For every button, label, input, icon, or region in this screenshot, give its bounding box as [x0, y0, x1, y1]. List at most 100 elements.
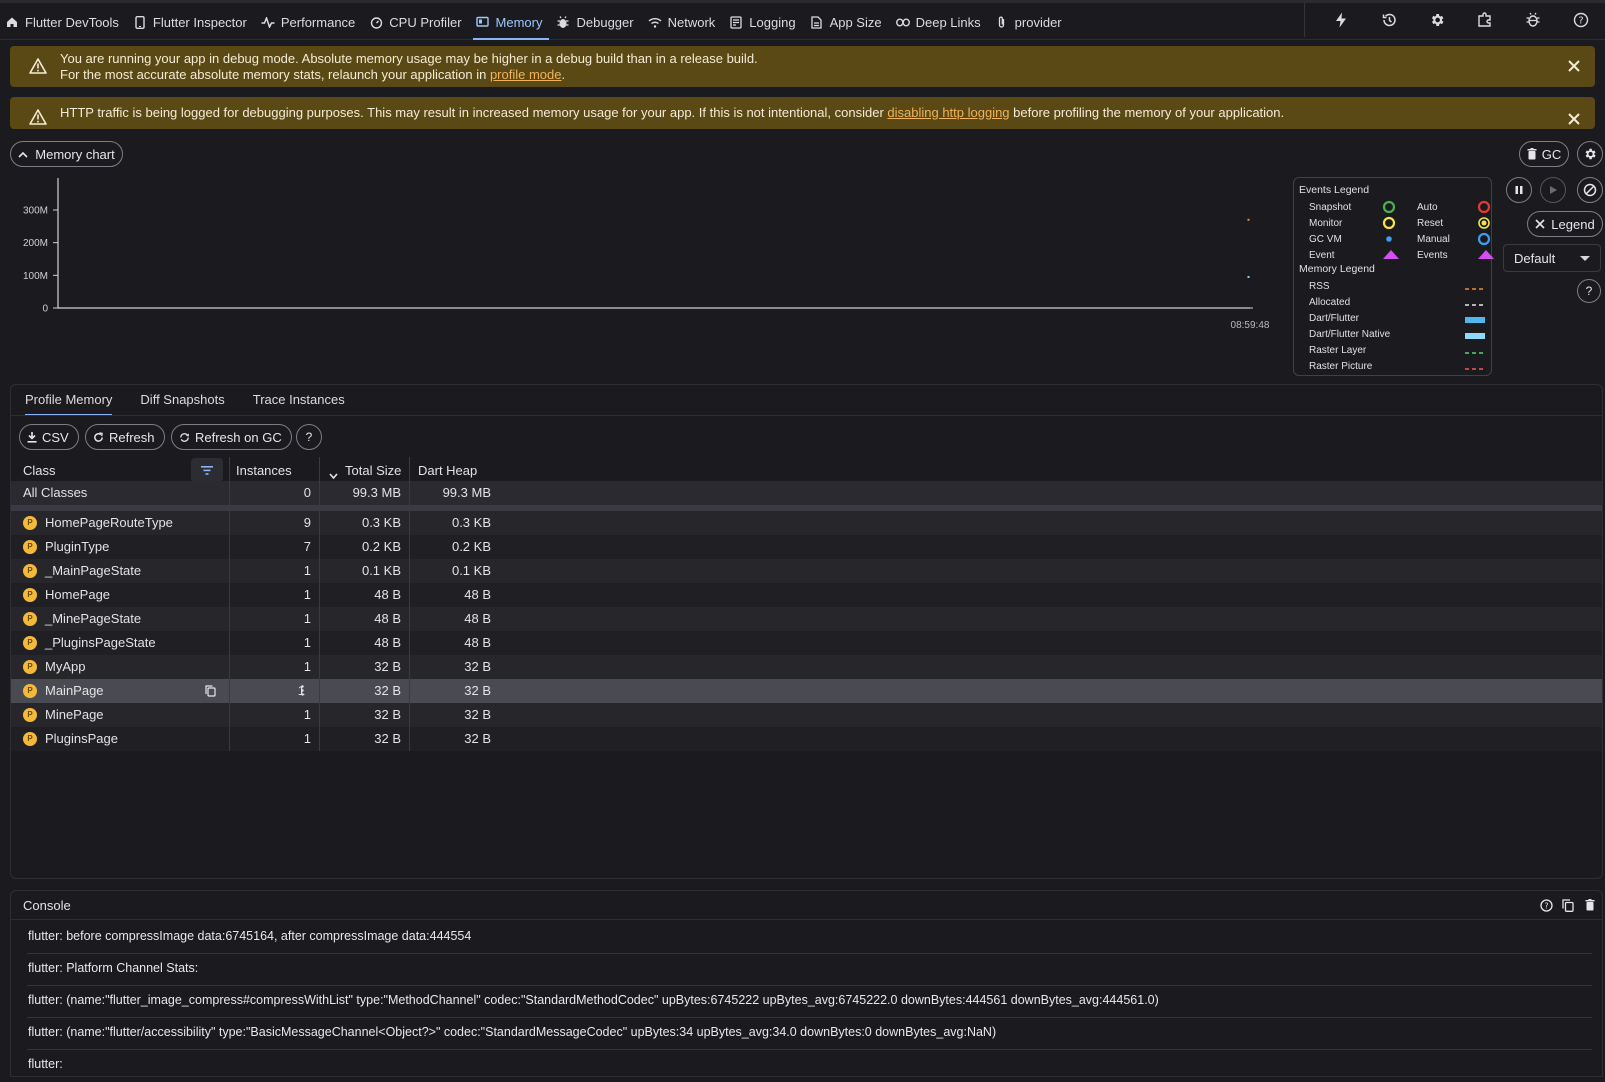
column-header-class[interactable]: Class: [23, 459, 56, 483]
tab-performance[interactable]: Performance: [256, 10, 364, 34]
table-row[interactable]: [11, 559, 1602, 583]
class-badge-icon: P: [23, 516, 37, 530]
tab-flutter-inspector[interactable]: Flutter Inspector: [128, 10, 256, 34]
tab-logging[interactable]: Logging: [724, 10, 804, 34]
column-divider: [229, 727, 230, 751]
column-divider: [409, 481, 410, 505]
more-vertical-icon[interactable]: [301, 685, 304, 696]
legend-swatch-gc-vm: [1382, 232, 1396, 249]
refresh-on-gc-button[interactable]: Refresh on GC: [171, 424, 292, 450]
tab-cpu-profiler[interactable]: CPU Profiler: [364, 10, 470, 34]
history-icon[interactable]: [1365, 0, 1413, 40]
tab-label: Debugger: [576, 14, 634, 30]
legend-swatch-event: [1382, 248, 1400, 263]
console-title: Console: [23, 898, 71, 913]
table-row[interactable]: [11, 631, 1602, 655]
all-classes-row[interactable]: [11, 481, 1602, 505]
pause-icon: [1514, 185, 1524, 195]
console-actions: ?: [1538, 897, 1598, 913]
pause-button[interactable]: [1506, 177, 1532, 203]
dart-heap: 32 B: [464, 683, 491, 698]
y-tick-label: 100M: [23, 271, 48, 282]
console-line: flutter: Platform Channel Stats:: [27, 955, 1592, 986]
dart-heap: 99.3 MB: [442, 485, 491, 500]
home-icon: [4, 14, 20, 30]
class-badge-icon: P: [23, 588, 37, 602]
bolt-icon[interactable]: [1317, 0, 1365, 40]
column-divider: [319, 535, 320, 559]
chart-help-button[interactable]: ?: [1577, 279, 1601, 303]
copy-icon[interactable]: [205, 685, 216, 697]
tab-app-size[interactable]: App Size: [805, 10, 891, 34]
extension-icon[interactable]: [1461, 0, 1509, 40]
tab-diff-snapshots[interactable]: Diff Snapshots: [126, 385, 238, 415]
table-row[interactable]: [11, 535, 1602, 559]
column-divider: [229, 535, 230, 559]
gc-button[interactable]: GC: [1519, 141, 1569, 167]
refresh-button[interactable]: Refresh: [85, 424, 165, 450]
profile-help-button[interactable]: ?: [296, 424, 322, 450]
total-size: 48 B: [374, 611, 401, 626]
tab-trace-instances[interactable]: Trace Instances: [239, 385, 359, 415]
memory-chart-toggle-button[interactable]: Memory chart: [10, 141, 123, 167]
chart-settings-button[interactable]: [1577, 141, 1603, 167]
top-actions: ?: [1304, 0, 1605, 40]
column-divider: [409, 583, 410, 607]
help-icon[interactable]: ?: [1557, 0, 1605, 40]
class-name: _MainPageState: [45, 563, 142, 578]
close-icon[interactable]: [1567, 106, 1581, 138]
disable-http-logging-link[interactable]: disabling http logging: [887, 105, 1009, 120]
column-divider: [409, 679, 410, 703]
column-divider: [229, 481, 230, 505]
class-badge-icon: P: [23, 636, 37, 650]
table-row[interactable]: [11, 583, 1602, 607]
total-size: 99.3 MB: [352, 485, 401, 500]
chart-interval-dropdown[interactable]: Default: [1503, 244, 1601, 272]
bug-settings-icon[interactable]: [1509, 0, 1557, 40]
tab-network[interactable]: Network: [643, 10, 725, 34]
tab-profile-memory[interactable]: Profile Memory: [11, 385, 126, 416]
close-icon[interactable]: [1567, 59, 1581, 77]
events-legend-title: Events Legend: [1299, 184, 1370, 196]
dart-heap: 0.1 KB: [451, 563, 491, 578]
tab-debugger[interactable]: Debugger: [551, 10, 642, 34]
tab-deep-links[interactable]: Deep Links: [891, 10, 990, 34]
column-divider: [319, 655, 320, 679]
legend-toggle-button[interactable]: Legend: [1527, 211, 1603, 237]
console-line: flutter: (name:"flutter_image_compress#c…: [27, 987, 1592, 1018]
table-row[interactable]: [11, 727, 1602, 751]
legend-swatch-rss: [1464, 283, 1486, 295]
column-header-total-size[interactable]: Total Size: [345, 459, 401, 483]
svg-text:?: ?: [1578, 16, 1583, 27]
instances-count: 1: [303, 707, 311, 722]
class-badge-icon: P: [23, 732, 37, 746]
column-divider: [229, 583, 230, 607]
column-header-instances[interactable]: Instances: [236, 459, 292, 483]
column-header-dart-heap[interactable]: Dart Heap: [418, 459, 477, 483]
gear-icon[interactable]: [1413, 0, 1461, 40]
tab-provider[interactable]: provider: [990, 10, 1071, 34]
tab-flutter-devtools[interactable]: Flutter DevTools: [0, 10, 128, 34]
chevron-up-icon: [18, 151, 28, 158]
table-row[interactable]: [11, 679, 1602, 703]
help-icon[interactable]: ?: [1538, 897, 1554, 913]
timer-icon: [368, 14, 384, 30]
column-divider: [409, 511, 410, 535]
profile-mode-link[interactable]: profile mode: [490, 67, 562, 82]
tab-label: Deep Links: [915, 14, 981, 30]
tab-memory[interactable]: Memory: [471, 10, 552, 40]
filter-button[interactable]: [191, 458, 223, 482]
table-row[interactable]: [11, 607, 1602, 631]
legend-item: Snapshot: [1309, 202, 1352, 213]
table-row[interactable]: [11, 703, 1602, 727]
table-row[interactable]: [11, 655, 1602, 679]
refresh-label: Refresh: [109, 429, 155, 445]
table-row[interactable]: [11, 511, 1602, 535]
copy-icon[interactable]: [1560, 897, 1576, 913]
resume-button[interactable]: [1540, 177, 1566, 203]
file-icon: [809, 14, 825, 30]
delete-icon[interactable]: [1582, 897, 1598, 913]
download-icon: [27, 431, 37, 443]
clear-button[interactable]: [1577, 177, 1603, 203]
csv-button[interactable]: CSV: [19, 424, 79, 450]
